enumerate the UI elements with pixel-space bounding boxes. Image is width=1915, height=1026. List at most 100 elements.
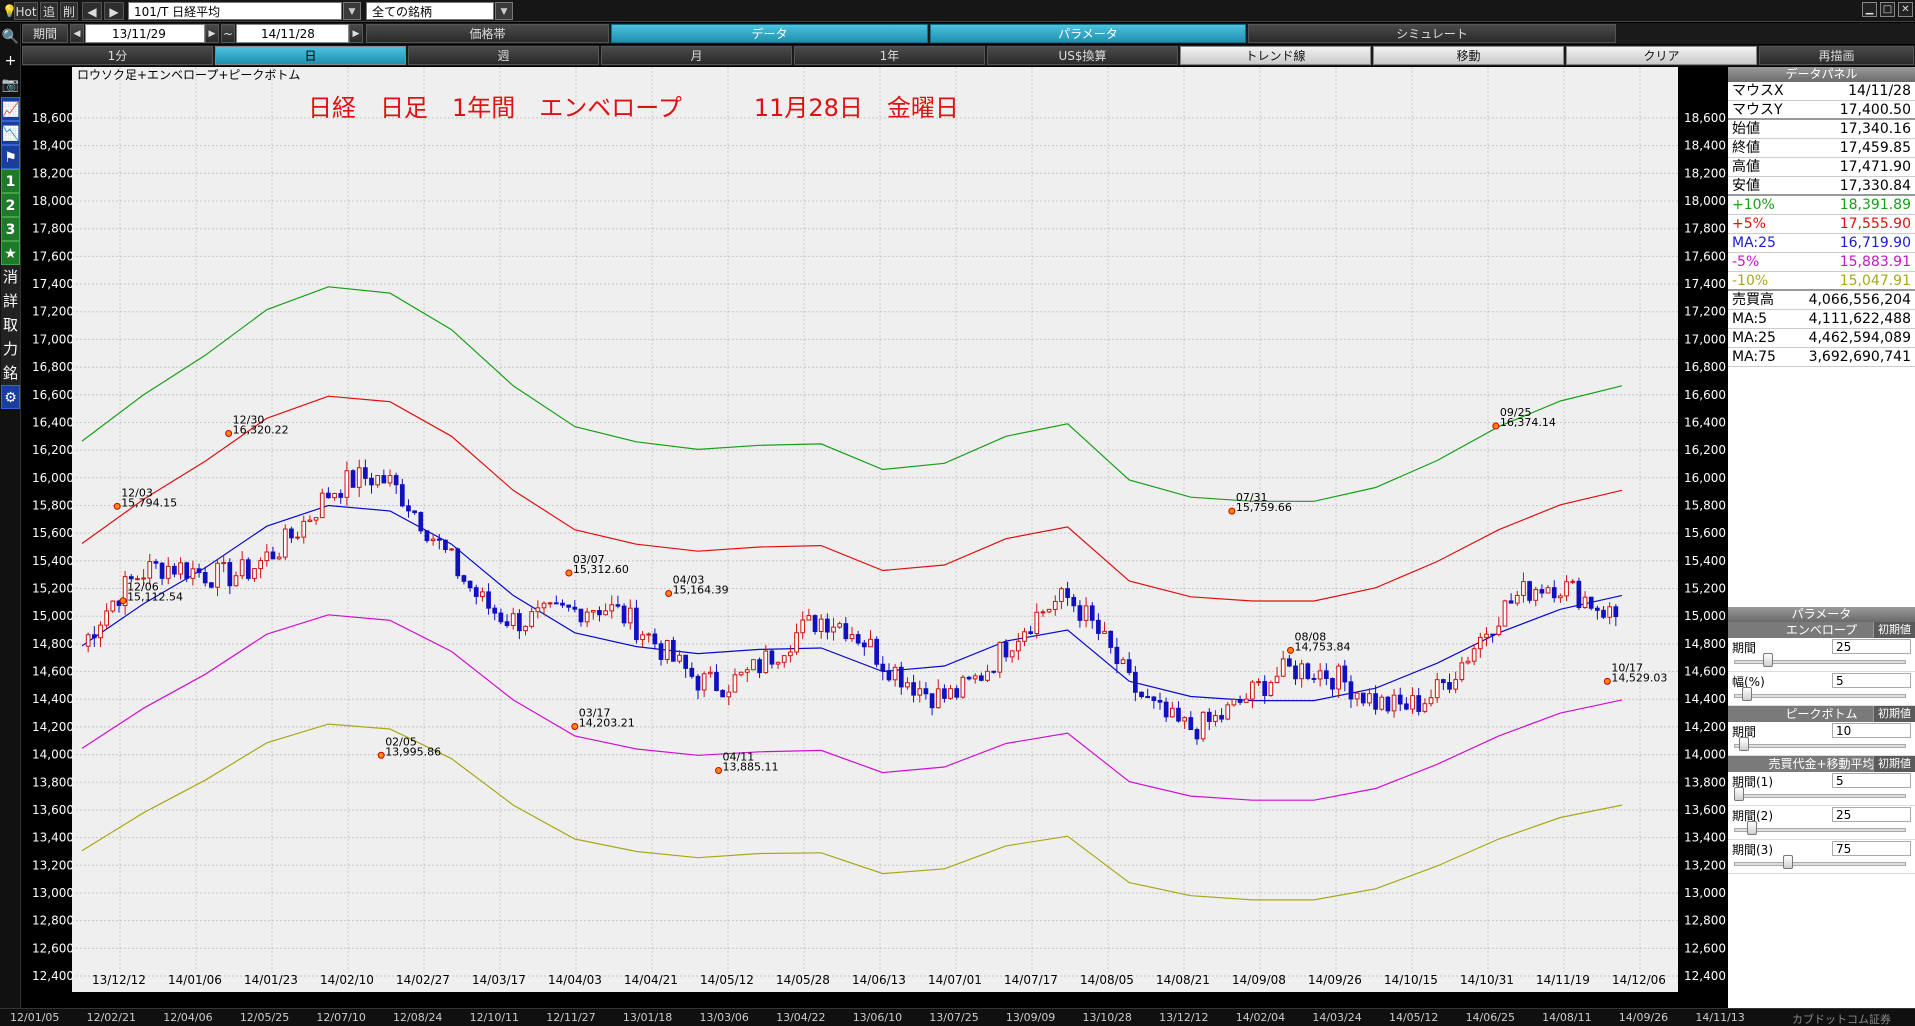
- candle-body: [775, 661, 781, 665]
- chart-indicator-icon[interactable]: 📉: [1, 121, 20, 145]
- param-value-input[interactable]: 75: [1832, 841, 1911, 856]
- y-tick-label-right: 15,800: [1684, 498, 1726, 512]
- y-tick-label-right: 14,400: [1684, 692, 1726, 706]
- period-start-field[interactable]: 13/11/29: [85, 24, 205, 43]
- detail-button[interactable]: 詳: [1, 289, 20, 313]
- move-button[interactable]: 移動: [1373, 46, 1564, 65]
- param-value-input[interactable]: 5: [1832, 673, 1911, 688]
- star-icon[interactable]: ★: [1, 241, 20, 265]
- overview-tick-label: 12/07/10: [316, 1011, 366, 1024]
- candle-body: [1323, 670, 1329, 679]
- add-button[interactable]: 追: [40, 2, 58, 20]
- param-slider-thumb[interactable]: [1782, 855, 1793, 869]
- candle-body: [695, 675, 701, 691]
- close-icon[interactable]: ✕: [1898, 2, 1913, 17]
- preset-2-button[interactable]: 2: [1, 193, 20, 217]
- preset-1-button[interactable]: 1: [1, 169, 20, 193]
- camera-icon[interactable]: 📷: [1, 73, 20, 97]
- bulb-icon[interactable]: 💡: [2, 2, 17, 20]
- minimize-icon[interactable]: ▁: [1862, 2, 1877, 17]
- param-value-input[interactable]: 25: [1832, 639, 1911, 654]
- candle-body: [1336, 665, 1341, 690]
- param-row: 期間 25: [1728, 638, 1915, 672]
- prev-arrow-icon[interactable]: ◀: [70, 24, 84, 43]
- candle-body: [1558, 595, 1563, 599]
- next-arrow-icon[interactable]: ▶: [205, 24, 219, 43]
- param-value-input[interactable]: 5: [1832, 773, 1911, 788]
- param-value-input[interactable]: 10: [1832, 723, 1911, 738]
- param-slider-thumb[interactable]: [1746, 821, 1757, 835]
- candle-body: [239, 559, 245, 577]
- param-value-input[interactable]: 25: [1832, 807, 1911, 822]
- candle-body: [1231, 698, 1237, 706]
- chart-line-icon[interactable]: 📈: [1, 97, 20, 121]
- chevron-down-icon[interactable]: ▼: [343, 2, 361, 20]
- param-slider-thumb[interactable]: [1734, 787, 1744, 801]
- param-slider-track[interactable]: [1734, 694, 1906, 698]
- data-row-value: 17,340.16: [1839, 121, 1911, 137]
- candle-body: [1607, 606, 1613, 618]
- stock-code-field[interactable]: 101/T 日経平均: [128, 2, 342, 20]
- data-row: 高値 17,471.90: [1728, 158, 1915, 177]
- trendline-button[interactable]: トレンド線: [1180, 46, 1371, 65]
- next-arrow-icon[interactable]: ▶: [104, 2, 124, 20]
- param-slider-thumb[interactable]: [1738, 737, 1749, 751]
- candlestick-chart[interactable]: 18,600 18,600 18,400 18,400 18,200 18,200 18,0…: [22, 67, 1728, 993]
- delete-button[interactable]: 削: [60, 2, 78, 20]
- search-icon[interactable]: 🔍: [1, 25, 20, 49]
- symbol-button[interactable]: 銘: [1, 361, 20, 385]
- tab-parameter[interactable]: パラメータ: [930, 24, 1246, 43]
- tab-data[interactable]: データ: [611, 24, 928, 43]
- candle-body: [1459, 662, 1465, 681]
- chart-area[interactable]: 18,600 18,600 18,400 18,400 18,200 18,200 18,0…: [22, 67, 1728, 993]
- param-slider-track[interactable]: [1734, 794, 1906, 798]
- candle-body: [1447, 682, 1452, 690]
- param-slider-thumb[interactable]: [1763, 653, 1774, 667]
- overview-axis[interactable]: 12/01/05 12/02/21 12/04/06 12/05/25 12/07/10…: [0, 1008, 1915, 1026]
- input-button[interactable]: 力: [1, 337, 20, 361]
- tab-daily[interactable]: 日: [215, 46, 406, 65]
- candle-body: [1551, 587, 1557, 599]
- usd-convert-button[interactable]: US$換算: [987, 46, 1178, 65]
- maximize-icon[interactable]: □: [1880, 2, 1895, 17]
- flag-icon[interactable]: ⚑: [1, 145, 20, 169]
- overview-tick-label: 14/11/13: [1695, 1011, 1745, 1024]
- crosshair-icon[interactable]: +: [1, 49, 20, 73]
- y-tick-label-right: 12,800: [1684, 914, 1726, 928]
- settings-icon[interactable]: ⚙: [1, 385, 20, 409]
- candle-body: [1514, 594, 1520, 604]
- tab-simulate[interactable]: シミュレート: [1248, 24, 1616, 43]
- trade-button[interactable]: 取: [1, 313, 20, 337]
- prev-arrow-icon[interactable]: ◀: [82, 2, 102, 20]
- next-arrow-icon[interactable]: ▶: [349, 24, 363, 43]
- tab-price-band[interactable]: 価格帯: [366, 24, 609, 43]
- tab-1min[interactable]: 1分: [22, 46, 213, 65]
- candle-body: [1133, 671, 1138, 693]
- candle-body: [1225, 704, 1231, 720]
- redraw-button[interactable]: 再描画: [1759, 46, 1914, 65]
- annotation-value: 14,753.84: [1295, 640, 1351, 653]
- clear-button[interactable]: クリア: [1566, 46, 1757, 65]
- period-end-field[interactable]: 14/11/28: [236, 24, 349, 43]
- erase-button[interactable]: 消: [1, 265, 20, 289]
- tab-monthly[interactable]: 月: [601, 46, 792, 65]
- candle-body: [1613, 606, 1619, 618]
- candle-body: [227, 562, 233, 587]
- param-slider-track[interactable]: [1734, 862, 1906, 866]
- candle-body: [147, 561, 153, 579]
- param-slider-track[interactable]: [1734, 744, 1906, 748]
- hot-button[interactable]: Hot: [14, 2, 38, 20]
- market-select[interactable]: 全ての銘柄: [366, 2, 494, 20]
- reset-button[interactable]: 初期値: [1873, 622, 1915, 638]
- param-slider-thumb[interactable]: [1742, 687, 1753, 701]
- preset-3-button[interactable]: 3: [1, 217, 20, 241]
- tab-weekly[interactable]: 週: [408, 46, 599, 65]
- chevron-down-icon[interactable]: ▼: [495, 2, 513, 20]
- param-slider-track[interactable]: [1734, 660, 1906, 664]
- reset-button[interactable]: 初期値: [1873, 756, 1915, 772]
- param-slider-track[interactable]: [1734, 828, 1906, 832]
- tab-1year[interactable]: 1年: [794, 46, 985, 65]
- candle-body: [634, 607, 639, 641]
- reset-button[interactable]: 初期値: [1873, 706, 1915, 722]
- candle-body: [523, 625, 528, 632]
